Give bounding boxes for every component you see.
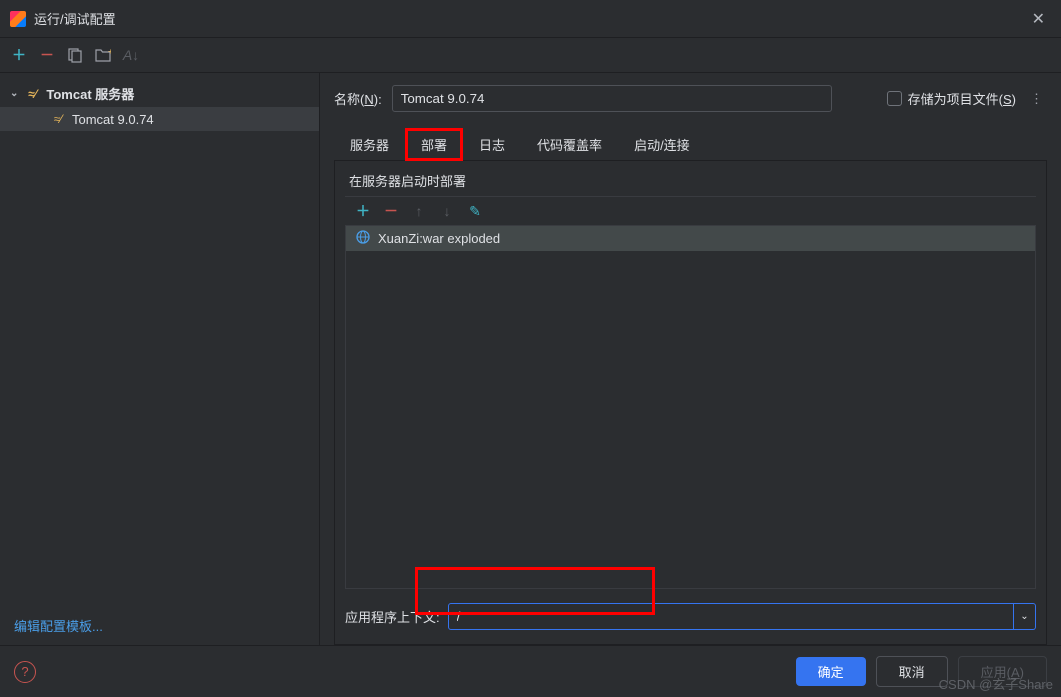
tab-server[interactable]: 服务器 (334, 128, 405, 161)
edit-templates-link[interactable]: 编辑配置模板... (0, 606, 319, 645)
tab-coverage[interactable]: 代码覆盖率 (521, 128, 618, 161)
copy-config-icon[interactable] (66, 46, 84, 64)
remove-artifact-icon[interactable]: － (383, 201, 399, 221)
config-tree: ⌄ ≈⁄ Tomcat 服务器 ≈⁄ Tomcat 9.0.74 (0, 76, 319, 606)
chevron-down-icon: ⌄ (10, 88, 18, 99)
config-toolbar: ＋ － + A↓ (0, 38, 1061, 72)
config-name-input[interactable] (392, 85, 832, 112)
tab-deployment[interactable]: 部署 (405, 128, 463, 161)
help-icon[interactable]: ? (14, 661, 36, 683)
title-bar: 运行/调试配置 ✕ (0, 0, 1061, 38)
main-panel: 名称(N): 存储为项目文件(S) ⋮ 服务器 部署 日志 代码覆盖率 启动/连… (320, 73, 1061, 645)
remove-config-icon[interactable]: － (38, 46, 56, 64)
add-config-icon[interactable]: ＋ (10, 46, 28, 64)
cancel-button[interactable]: 取消 (876, 656, 948, 687)
tab-startup[interactable]: 启动/连接 (618, 128, 706, 161)
folder-icon[interactable]: + (94, 46, 112, 64)
store-label: 存储为项目文件(S) (908, 89, 1016, 108)
sort-icon[interactable]: A↓ (122, 46, 140, 64)
artifact-item[interactable]: XuanZi:war exploded (346, 226, 1035, 251)
more-options-icon[interactable]: ⋮ (1026, 91, 1047, 107)
tab-logs[interactable]: 日志 (463, 128, 521, 161)
tree-node-label: Tomcat 9.0.74 (72, 112, 154, 127)
tomcat-icon: ≈⁄ (50, 111, 66, 127)
context-path-label: 应用程序上下文: (345, 607, 440, 626)
tree-node-tomcat-9[interactable]: ≈⁄ Tomcat 9.0.74 (0, 107, 319, 131)
tree-node-label: Tomcat 服务器 (46, 84, 134, 103)
tree-node-tomcat-server[interactable]: ⌄ ≈⁄ Tomcat 服务器 (0, 80, 319, 107)
apply-button: 应用(A) (958, 656, 1047, 687)
ok-button[interactable]: 确定 (796, 657, 866, 686)
dialog-title: 运行/调试配置 (34, 9, 1026, 28)
close-icon[interactable]: ✕ (1026, 7, 1051, 31)
move-up-icon[interactable]: ↑ (411, 203, 427, 219)
store-as-project-file[interactable]: 存储为项目文件(S) (887, 89, 1016, 108)
globe-icon (356, 230, 370, 247)
name-label: 名称(N): (334, 89, 382, 108)
deploy-at-startup-label: 在服务器启动时部署 (335, 161, 1046, 196)
add-artifact-icon[interactable]: ＋ (355, 201, 371, 221)
artifact-list[interactable]: XuanZi:war exploded (345, 226, 1036, 589)
context-dropdown-icon[interactable]: ⌄ (1014, 603, 1036, 630)
deploy-toolbar: ＋ － ↑ ↓ ✎ (345, 196, 1036, 226)
config-tabs: 服务器 部署 日志 代码覆盖率 启动/连接 (334, 128, 1047, 161)
app-icon (10, 11, 26, 27)
svg-text:+: + (108, 48, 111, 56)
artifact-label: XuanZi:war exploded (378, 231, 500, 246)
move-down-icon[interactable]: ↓ (439, 203, 455, 219)
config-sidebar: ⌄ ≈⁄ Tomcat 服务器 ≈⁄ Tomcat 9.0.74 编辑配置模板.… (0, 73, 320, 645)
context-path-input[interactable] (448, 603, 1014, 630)
edit-artifact-icon[interactable]: ✎ (467, 203, 483, 220)
deployment-panel: 在服务器启动时部署 ＋ － ↑ ↓ ✎ XuanZi:war exploded (334, 160, 1047, 645)
checkbox-icon[interactable] (887, 91, 902, 106)
tomcat-icon: ≈⁄ (24, 86, 40, 102)
dialog-button-bar: ? 确定 取消 应用(A) (0, 645, 1061, 697)
